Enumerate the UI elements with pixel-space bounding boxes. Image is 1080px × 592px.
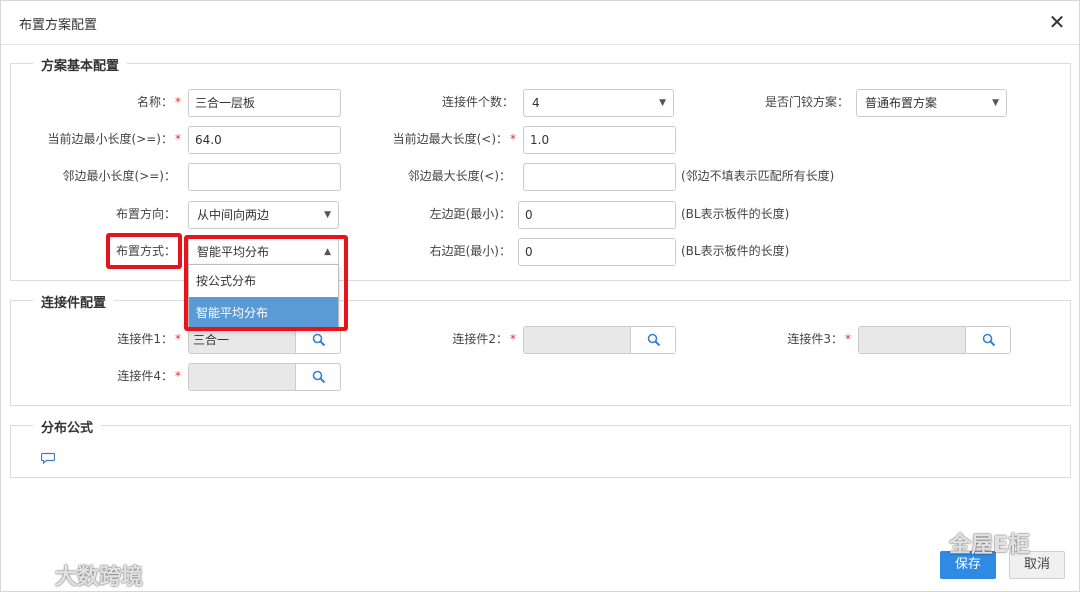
- connector3-field[interactable]: [858, 326, 965, 354]
- caret-down-icon: ▼: [659, 98, 666, 108]
- right-margin-label: 右边距(最小)：: [429, 244, 511, 258]
- connector2-search-button[interactable]: [630, 326, 676, 354]
- connector-count-select[interactable]: 4 ▼: [523, 89, 674, 117]
- name-input[interactable]: 三合一层板: [188, 89, 341, 117]
- door-hinge-select[interactable]: 普通布置方案 ▼: [856, 89, 1007, 117]
- basic-config-legend: 方案基本配置: [33, 55, 128, 74]
- connector4-label: 连接件4： *: [117, 369, 181, 383]
- adj-min-input[interactable]: [188, 163, 341, 191]
- cur-min-input[interactable]: 64.0: [188, 126, 341, 154]
- right-margin-hint: (BL表示板件的长度): [681, 244, 790, 258]
- dialog-footer: 保存 取消: [1, 541, 1079, 591]
- comment-icon[interactable]: [41, 452, 55, 464]
- adj-max-label: 邻边最大长度(<)：: [407, 169, 511, 183]
- connector2-field[interactable]: [523, 326, 630, 354]
- dialog-titlebar: 布置方案配置 ✕: [1, 1, 1079, 45]
- connector1-search-button[interactable]: [295, 326, 341, 354]
- connector2-lookup: [523, 326, 676, 354]
- connector1-field[interactable]: 三合一: [188, 326, 295, 354]
- connector4-field[interactable]: [188, 363, 295, 391]
- left-margin-input[interactable]: 0: [518, 201, 676, 229]
- formula-section: 分布公式: [10, 417, 1071, 478]
- connector3-lookup: [858, 326, 1011, 354]
- method-option-formula[interactable]: 按公式分布: [189, 265, 338, 297]
- config-dialog: 布置方案配置 ✕ 方案基本配置 名称： * 三合一层板 连接件个数： 4 ▼ 是否门…: [0, 0, 1080, 592]
- cur-max-label: 当前边最大长度(<)： *: [392, 132, 516, 146]
- connector1-label: 连接件1： *: [117, 332, 181, 346]
- dialog-title: 布置方案配置: [19, 18, 98, 33]
- close-icon[interactable]: ✕: [1047, 11, 1067, 33]
- right-margin-input[interactable]: 0: [518, 238, 676, 266]
- cur-min-label: 当前边最小长度(>=)： *: [47, 132, 181, 146]
- search-icon: [982, 333, 996, 347]
- watermark-left: 大数跨境: [55, 565, 144, 590]
- door-hinge-label: 是否门铰方案：: [764, 95, 849, 109]
- cur-max-input[interactable]: 1.0: [523, 126, 676, 154]
- method-select[interactable]: 智能平均分布 ▲: [188, 238, 339, 266]
- search-icon: [312, 333, 326, 347]
- caret-up-icon: ▲: [324, 247, 331, 257]
- search-icon: [647, 333, 661, 347]
- connector1-lookup: 三合一: [188, 326, 341, 354]
- connector-count-label: 连接件个数：: [441, 95, 514, 109]
- caret-down-icon: ▼: [324, 210, 331, 220]
- watermark-right: 全屋E柜: [949, 533, 1031, 558]
- method-option-smart-average[interactable]: 智能平均分布: [189, 297, 338, 329]
- name-label: 名称： *: [136, 95, 181, 109]
- left-margin-label: 左边距(最小)：: [429, 207, 511, 221]
- connector-config-legend: 连接件配置: [33, 292, 115, 311]
- adj-max-hint: (邻边不填表示匹配所有长度): [681, 169, 835, 183]
- search-icon: [312, 370, 326, 384]
- formula-legend: 分布公式: [33, 417, 102, 436]
- connector4-lookup: [188, 363, 341, 391]
- adj-min-label: 邻边最小长度(>=)：: [62, 169, 176, 183]
- caret-down-icon: ▼: [992, 98, 999, 108]
- connector4-search-button[interactable]: [295, 363, 341, 391]
- direction-select[interactable]: 从中间向两边 ▼: [188, 201, 339, 229]
- adj-max-input[interactable]: [523, 163, 676, 191]
- left-margin-hint: (BL表示板件的长度): [681, 207, 790, 221]
- connector3-label: 连接件3： *: [787, 332, 851, 346]
- connector2-label: 连接件2： *: [452, 332, 516, 346]
- method-dropdown: 按公式分布 智能平均分布: [188, 264, 339, 330]
- direction-label: 布置方向：: [115, 207, 176, 221]
- method-label: 布置方式：: [115, 244, 176, 258]
- connector3-search-button[interactable]: [965, 326, 1011, 354]
